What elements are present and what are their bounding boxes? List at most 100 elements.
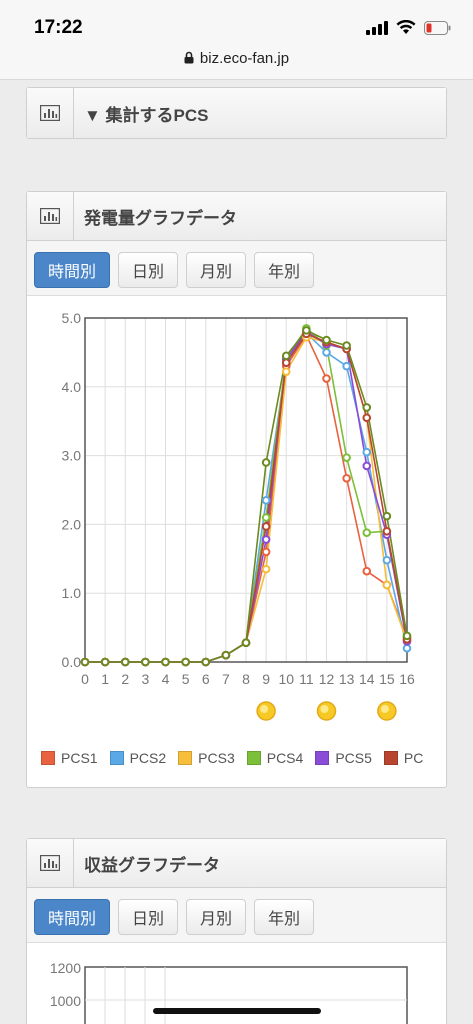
x-tick-label: 0 <box>81 671 89 687</box>
data-point-pcs7 <box>322 335 331 345</box>
data-point-pcs7 <box>80 657 90 667</box>
url-text: biz.eco-fan.jp <box>199 50 290 67</box>
x-tick-label: 4 <box>162 671 170 687</box>
y-tick-label: 0.0 <box>62 654 82 670</box>
tab-yearly[interactable]: 年別 <box>254 899 315 935</box>
data-point-pcs1 <box>342 474 351 483</box>
tab-daily[interactable]: 日別 <box>118 252 179 288</box>
legend-item-pcs5[interactable]: PCS5 <box>315 750 372 766</box>
legend-swatch <box>178 751 193 765</box>
data-point-pcs7 <box>382 511 392 521</box>
legend-label: PCS4 <box>266 750 304 766</box>
data-point-pcs7 <box>402 631 412 641</box>
legend-swatch <box>383 751 398 765</box>
y-tick-label: 3.0 <box>62 448 82 464</box>
url-bar[interactable]: biz.eco-fan.jp <box>0 50 473 67</box>
tab-hourly[interactable]: 時間別 <box>34 899 111 935</box>
legend-label: PCS5 <box>335 750 372 766</box>
data-point-pcs4 <box>362 528 372 537</box>
data-point-pcs2 <box>342 361 351 371</box>
tab-daily[interactable]: 日別 <box>118 899 179 935</box>
pcs-select-panel[interactable]: ▼ 集計するPCS <box>26 87 447 139</box>
data-point-pcs3 <box>261 564 271 574</box>
tab-hourly[interactable]: 時間別 <box>34 252 111 288</box>
x-tick-label: 5 <box>182 671 190 687</box>
bar-chart-icon <box>40 208 60 224</box>
data-point-pcs2 <box>402 643 412 653</box>
data-point-pcs7 <box>181 657 190 667</box>
lock-icon <box>184 51 194 64</box>
data-point-pcs3 <box>382 580 392 590</box>
status-time: 17:22 <box>34 17 83 38</box>
status-icons <box>366 20 451 35</box>
tab-yearly[interactable]: 年別 <box>254 252 315 288</box>
legend-label: PCS1 <box>61 750 98 766</box>
tab-monthly[interactable]: 月別 <box>186 899 247 935</box>
power-graph-panel: 発電量グラフデータ 時間別 日別 月別 年別 0.0 1.0 2.0 3.0 4.0 5.… <box>26 191 447 788</box>
data-point-pcs4 <box>261 513 271 522</box>
y-tick-label: 2.0 <box>62 516 82 532</box>
pcs-select-title: ▼ 集計するPCS <box>84 105 209 125</box>
data-point-pcs1 <box>362 566 372 576</box>
x-tick-label: 3 <box>141 671 149 687</box>
legend-swatch <box>246 751 261 765</box>
data-point-pcs5 <box>261 535 271 544</box>
bar-chart-icon <box>40 105 60 121</box>
data-point-pcs7 <box>302 326 311 335</box>
data-point-pcs7 <box>261 458 271 467</box>
data-point-pcs7 <box>221 650 231 660</box>
y-tick-label: 1.0 <box>62 585 82 601</box>
panel-icon-cell <box>27 192 74 240</box>
legend-swatch <box>41 751 55 765</box>
legend-swatch <box>315 751 330 765</box>
legend-item-pcs6[interactable]: PC <box>383 750 424 766</box>
legend-label: PCS2 <box>129 750 167 766</box>
sun-icon <box>256 701 276 721</box>
data-point-pcs2 <box>322 348 331 357</box>
x-tick-label: 13 <box>339 671 355 687</box>
x-tick-label: 14 <box>359 671 375 687</box>
tab-monthly[interactable]: 月別 <box>186 252 247 288</box>
y-tick-label: 5.0 <box>62 310 82 326</box>
data-point-pcs2 <box>362 447 372 457</box>
sun-icon <box>377 701 397 721</box>
panel-icon-cell <box>27 839 74 887</box>
x-tick-label: 6 <box>202 671 210 687</box>
x-tick-label: 10 <box>278 671 294 687</box>
legend-item-pcs1[interactable]: PCS1 <box>41 750 98 766</box>
power-chart-area: 0.0 1.0 2.0 3.0 4.0 5.0 0 1 2 3 4 5 6 7 8 9 10 11 12 13 14 15… <box>27 296 446 791</box>
x-tick-label: 8 <box>242 671 250 687</box>
revenue-y-tick: 1200 <box>50 960 81 976</box>
legend-item-pcs2[interactable]: PCS2 <box>109 750 167 766</box>
legend-label: PC <box>403 750 424 766</box>
x-tick-label: 9 <box>262 671 270 687</box>
data-point-pcs2 <box>382 555 392 565</box>
x-tick-label: 11 <box>299 671 314 687</box>
chart-legend: PCS1 PCS2 PCS3 PCS4 PCS5 PC <box>41 750 423 766</box>
data-point-pcs1 <box>322 374 331 383</box>
legend-item-pcs4[interactable]: PCS4 <box>246 750 304 766</box>
data-point-pcs7 <box>201 657 211 667</box>
legend-item-pcs3[interactable]: PCS3 <box>178 750 235 766</box>
legend-swatch <box>109 751 124 765</box>
power-period-tabs: 時間別 日別 月別 年別 <box>27 241 446 296</box>
data-point-pcs5 <box>362 461 372 471</box>
panel-icon-cell <box>27 88 74 138</box>
power-graph-title: 発電量グラフデータ <box>84 208 237 228</box>
data-point-pcs6 <box>362 413 372 423</box>
home-indicator <box>153 1008 321 1014</box>
pcs-select-header[interactable]: ▼ 集計するPCS <box>27 88 446 138</box>
revenue-graph-title: 収益グラフデータ <box>84 855 220 875</box>
data-point-pcs6 <box>281 358 291 368</box>
data-point-pcs3 <box>281 367 291 376</box>
x-tick-label: 12 <box>319 671 335 687</box>
data-point-pcs6 <box>382 526 392 536</box>
power-graph-header: 発電量グラフデータ <box>27 192 446 241</box>
browser-status-bar: 17:22 biz.eco-fan.jp <box>0 0 473 80</box>
x-tick-label: 2 <box>121 671 129 687</box>
x-tick-label: 16 <box>399 671 415 687</box>
data-point-pcs7 <box>100 657 110 667</box>
x-tick-label: 1 <box>101 671 109 687</box>
data-point-pcs6 <box>261 522 271 531</box>
revenue-graph-header: 収益グラフデータ <box>27 839 446 888</box>
